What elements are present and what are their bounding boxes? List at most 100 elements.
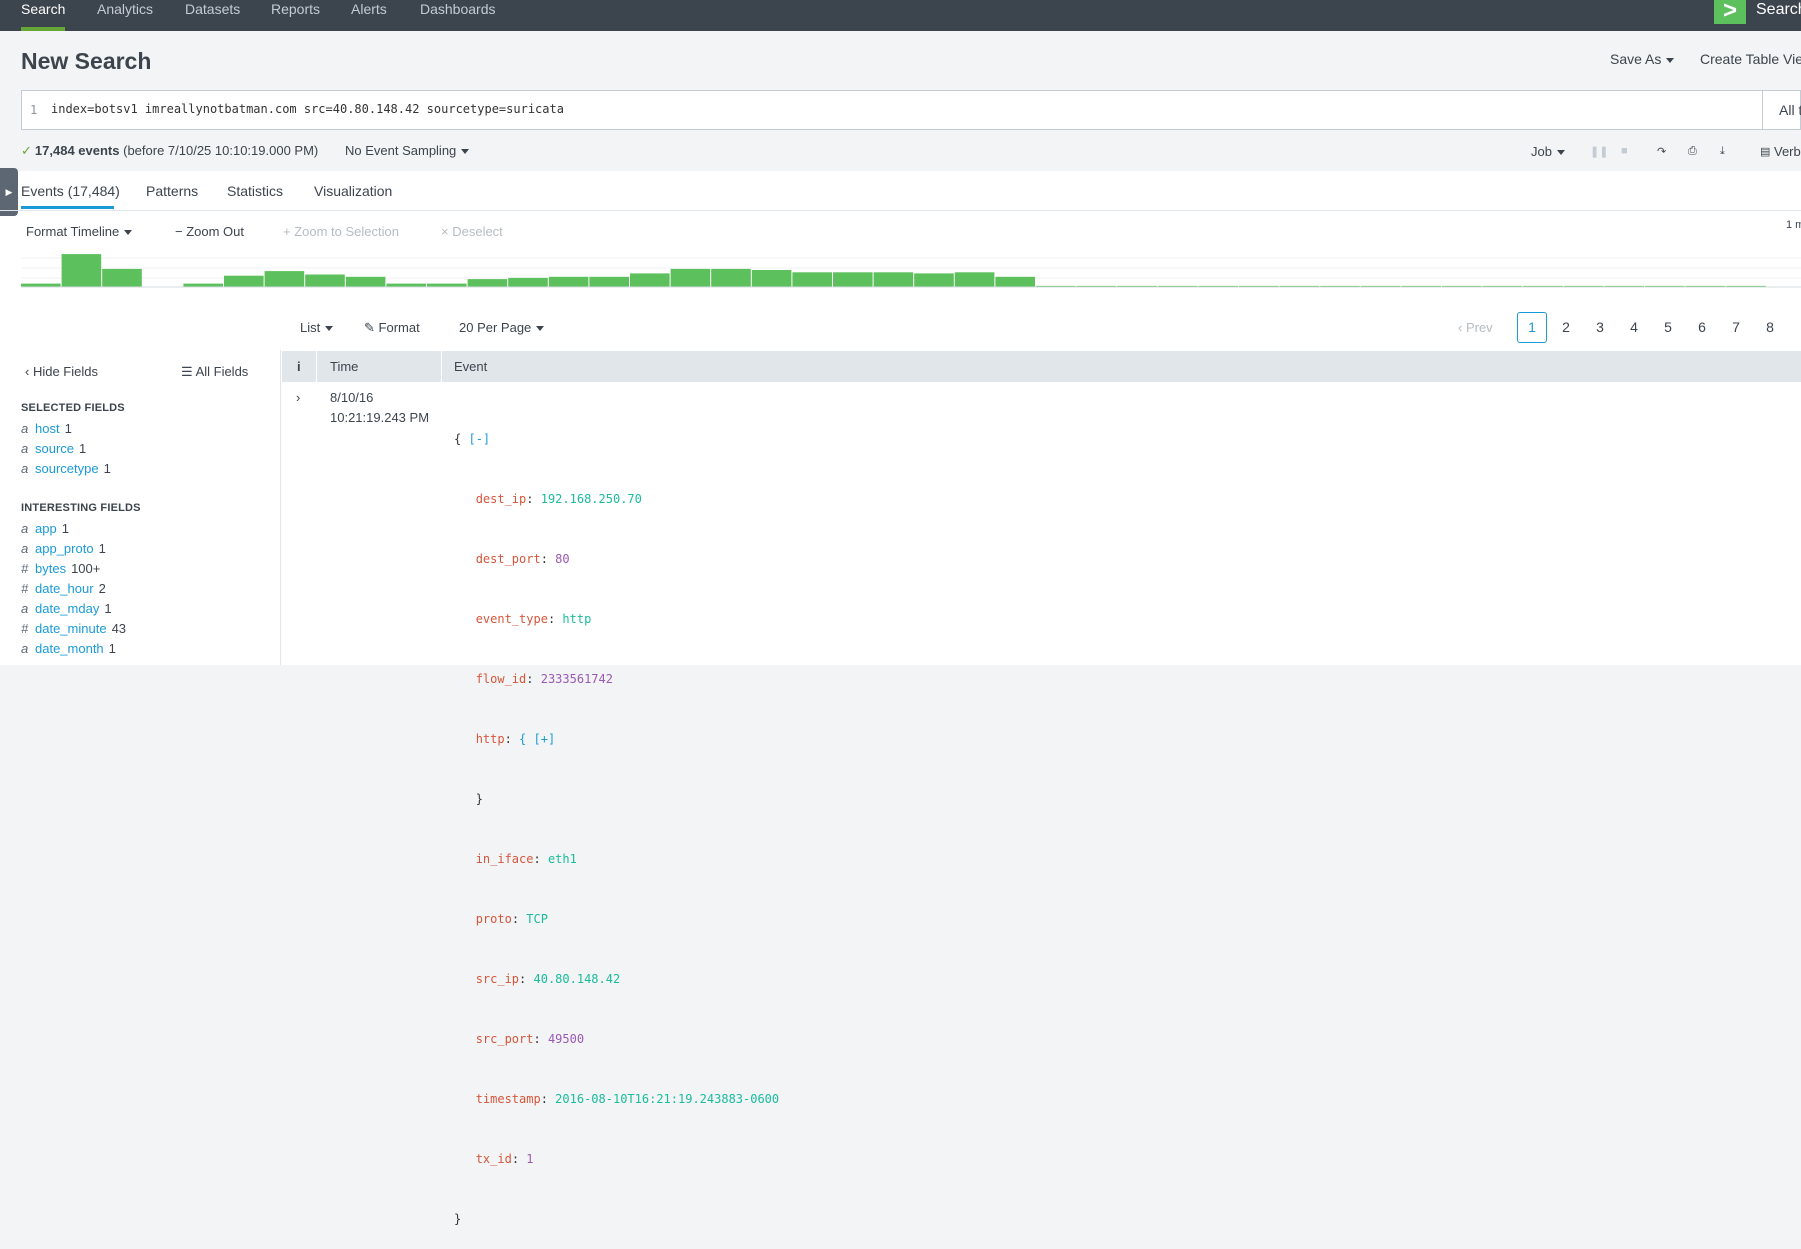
stop-icon[interactable]: ■ [1621,145,1628,157]
tab-events[interactable]: Events (17,484) [21,183,120,199]
info-column-header[interactable]: i [297,351,301,382]
search-bar[interactable]: 1 index=botsv1 imreallynotbatman.com src… [21,90,1801,130]
json-collapse-toggle[interactable]: [-] [468,432,490,446]
format-timeline-dropdown[interactable]: Format Timeline [26,224,132,239]
json-key[interactable]: dest_ip [476,492,527,506]
event-column-header[interactable]: Event [454,351,487,382]
timeline-bar[interactable] [833,272,873,287]
page-3[interactable]: 3 [1585,312,1615,343]
timeline-bar[interactable] [589,276,629,287]
create-table-view-button[interactable]: Create Table Vie [1700,51,1801,67]
hide-fields-button[interactable]: ‹ Hide Fields [25,364,98,379]
json-value[interactable]: TCP [526,912,548,926]
prev-page-button[interactable]: ‹ Prev [1458,320,1493,335]
page-8[interactable]: 8 [1755,312,1785,343]
timeline-bar[interactable] [264,271,305,287]
page-6[interactable]: 6 [1687,312,1717,343]
expand-event-icon[interactable]: › [296,390,300,405]
json-value[interactable]: 192.168.250.70 [541,492,642,506]
tab-statistics[interactable]: Statistics [227,183,283,199]
field-date-month[interactable]: a date_month 1 [21,641,116,656]
json-value[interactable]: 1 [526,1152,533,1166]
json-value[interactable]: eth1 [548,852,577,866]
json-key[interactable]: src_port [476,1032,534,1046]
time-column-header[interactable]: Time [330,351,358,382]
json-value[interactable]: 2016-08-10T16:21:19.243883-0600 [555,1092,779,1106]
field-app[interactable]: a app 1 [21,521,69,536]
search-input[interactable]: index=botsv1 imreallynotbatman.com src=4… [51,102,564,116]
json-value[interactable]: 49500 [548,1032,584,1046]
json-key[interactable]: timestamp [476,1092,541,1106]
print-icon[interactable]: ⎙ [1688,145,1697,158]
json-value[interactable]: 40.80.148.42 [534,972,621,986]
nav-tab-dashboards[interactable]: Dashboards [420,0,496,31]
nav-tab-datasets[interactable]: Datasets [185,0,240,31]
timeline-bar[interactable] [61,254,102,287]
page-7[interactable]: 7 [1721,312,1751,343]
per-page-dropdown[interactable]: 20 Per Page [459,320,544,335]
nav-tab-analytics[interactable]: Analytics [97,0,153,31]
json-key[interactable]: dest_port [476,552,541,566]
time-range-picker[interactable]: All ti [1762,91,1801,129]
share-icon[interactable]: ↷ [1657,145,1666,158]
field-date-mday[interactable]: a date_mday 1 [21,601,112,616]
sidebar-toggle-handle[interactable]: ▶ [0,168,18,216]
pause-icon[interactable]: ❚❚ [1590,145,1608,158]
event-timeline-chart[interactable] [21,248,1801,288]
json-key[interactable]: src_ip [476,972,519,986]
nav-tab-reports[interactable]: Reports [271,0,320,31]
page-2[interactable]: 2 [1551,312,1581,343]
nav-tab-search[interactable]: Search [21,0,66,31]
timeline-bar[interactable] [914,273,954,287]
json-key[interactable]: flow_id [476,672,527,686]
field-source[interactable]: a source 1 [21,441,86,456]
verbose-mode-icon[interactable]: ▤ [1760,145,1770,158]
json-key[interactable]: tx_id [476,1152,512,1166]
zoom-to-selection-button[interactable]: + Zoom to Selection [283,224,399,239]
timeline-bar[interactable] [548,276,589,287]
event-sampling-dropdown[interactable]: No Event Sampling [345,143,469,158]
json-value[interactable]: http [562,612,591,626]
nav-tab-alerts[interactable]: Alerts [351,0,387,31]
timeline-bar[interactable] [995,276,1035,287]
field-date-hour[interactable]: # date_hour 2 [21,581,106,596]
export-icon[interactable]: ⤓ [1720,145,1725,158]
json-value[interactable]: 2333561742 [541,672,613,686]
json-key[interactable]: proto [476,912,512,926]
tab-patterns[interactable]: Patterns [146,183,198,199]
timeline-bar[interactable] [630,273,670,287]
timeline-bar[interactable] [711,268,751,287]
json-key[interactable]: in_iface [476,852,534,866]
app-logo-icon[interactable]: > [1714,0,1746,24]
page-1[interactable]: 1 [1517,312,1547,343]
json-expand-toggle[interactable]: { [+] [519,732,555,746]
timeline-bar[interactable] [670,268,711,287]
timeline-bar[interactable] [21,283,61,287]
timeline-bar[interactable] [792,272,832,287]
field-bytes[interactable]: # bytes 100+ [21,561,100,576]
tab-visualization[interactable]: Visualization [314,183,392,199]
app-name[interactable]: Search [1756,0,1801,19]
all-fields-button[interactable]: ☰ All Fields [181,364,248,380]
zoom-out-button[interactable]: − Zoom Out [175,224,244,239]
timeline-bar[interactable] [873,272,914,287]
save-as-button[interactable]: Save As [1610,51,1674,67]
timeline-bar[interactable] [102,268,142,287]
timeline-bar[interactable] [183,283,223,287]
timeline-bar[interactable] [467,279,508,287]
json-key[interactable]: http [476,732,505,746]
deselect-button[interactable]: × Deselect [441,224,503,239]
field-date-minute[interactable]: # date_minute 43 [21,621,126,636]
format-button[interactable]: ✎ Format [364,320,420,336]
timeline-bar[interactable] [224,275,264,287]
field-app-proto[interactable]: a app_proto 1 [21,541,106,556]
timeline-bar[interactable] [508,277,548,287]
json-value[interactable]: 80 [555,552,569,566]
json-key[interactable]: event_type [476,612,548,626]
timeline-bar[interactable] [305,274,345,288]
timeline-bar[interactable] [427,283,467,287]
timeline-bar[interactable] [345,276,386,287]
field-sourcetype[interactable]: a sourcetype 1 [21,461,111,476]
page-5[interactable]: 5 [1653,312,1683,343]
field-host[interactable]: a host 1 [21,421,72,436]
